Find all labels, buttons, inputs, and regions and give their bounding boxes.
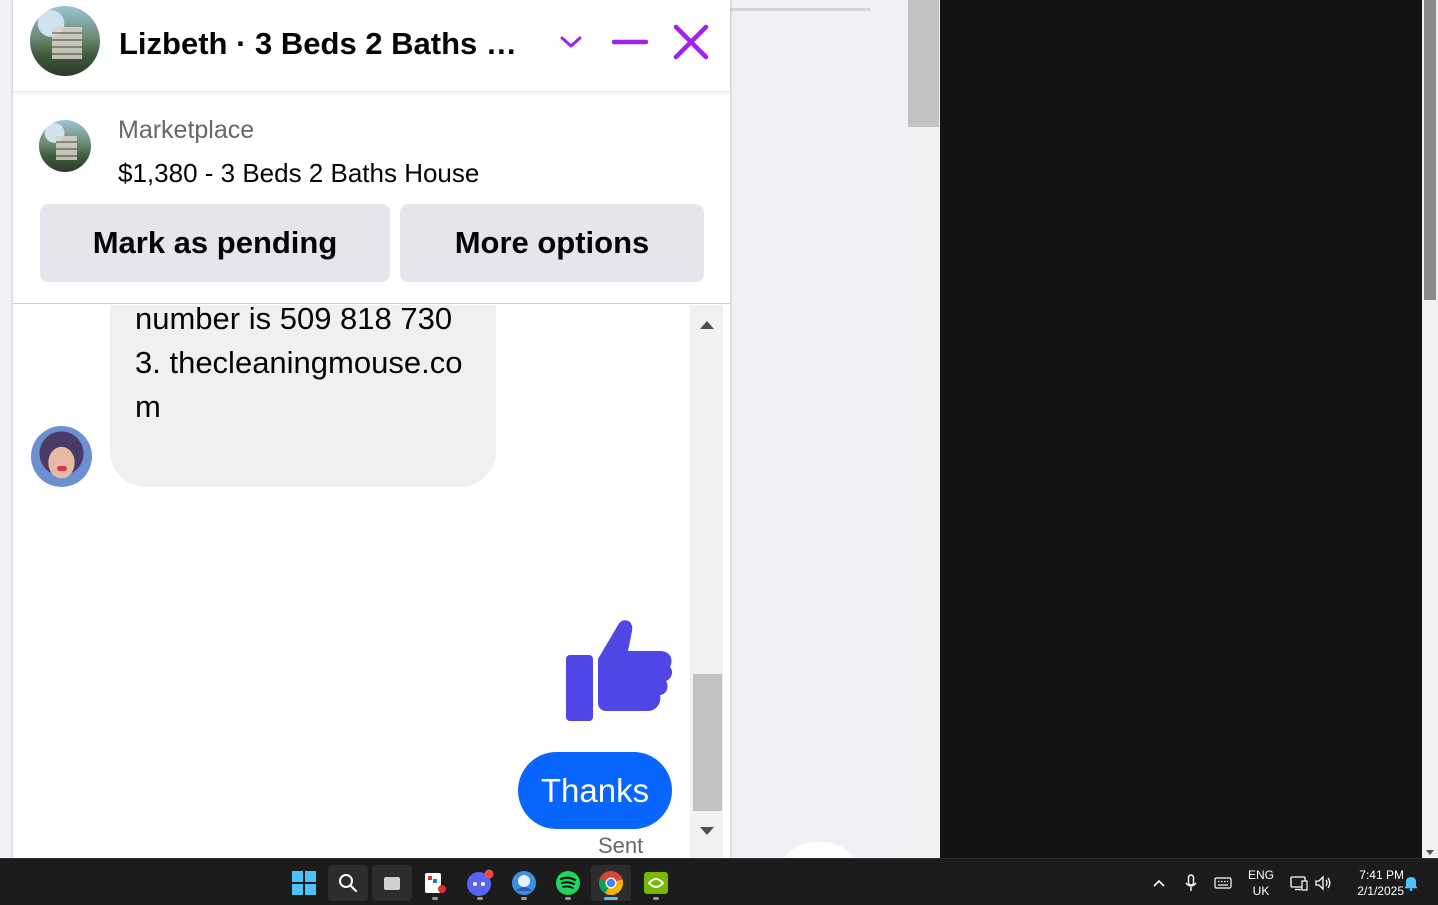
messages-scrollbar-thumb[interactable] bbox=[693, 674, 722, 811]
network-icon[interactable] bbox=[1288, 859, 1310, 905]
taskbar: ENG UK 7:41 PM 2/1/2025 bbox=[0, 858, 1438, 905]
language-code: ENG bbox=[1247, 867, 1274, 882]
chrome-icon[interactable] bbox=[591, 865, 631, 901]
listing-thumbnail[interactable] bbox=[39, 120, 91, 172]
chat-window: Lizbeth · 3 Beds 2 Baths House Marketpla… bbox=[13, 0, 730, 858]
page-scrollbar-thumb[interactable] bbox=[908, 0, 939, 127]
search-icon[interactable] bbox=[328, 865, 368, 901]
background-page bbox=[730, 0, 908, 882]
minimize-icon[interactable] bbox=[610, 22, 650, 62]
scroll-down-arrow-icon[interactable] bbox=[1426, 850, 1434, 855]
listing-card: Marketplace $1,380 - 3 Beds 2 Baths Hous… bbox=[13, 93, 730, 304]
listing-source: Marketplace bbox=[118, 116, 255, 144]
nvidia-icon[interactable] bbox=[636, 865, 676, 901]
clock-time: 7:41 PM bbox=[1359, 867, 1404, 882]
listing-avatar[interactable] bbox=[30, 6, 100, 76]
keyboard-icon[interactable] bbox=[1211, 859, 1235, 905]
sent-message-bubble: Thanks bbox=[518, 752, 672, 829]
clock-date: 2/1/2025 bbox=[1357, 883, 1404, 898]
mark-as-pending-button[interactable]: Mark as pending bbox=[40, 204, 390, 282]
task-view-icon[interactable] bbox=[372, 865, 412, 901]
page-divider bbox=[730, 8, 870, 11]
page-scrollbar[interactable] bbox=[907, 0, 940, 858]
app-icon[interactable] bbox=[504, 865, 544, 901]
scroll-up-arrow-icon[interactable] bbox=[700, 321, 714, 329]
window-scrollbar-thumb[interactable] bbox=[1424, 0, 1436, 300]
message-list[interactable]: number is 509 818 7303. thecleaningmouse… bbox=[13, 305, 730, 858]
clock[interactable]: 7:41 PM 2/1/2025 bbox=[1340, 859, 1404, 905]
chat-header: Lizbeth · 3 Beds 2 Baths House bbox=[13, 0, 730, 92]
scroll-down-arrow-icon[interactable] bbox=[700, 827, 714, 835]
received-message-text: number is 509 818 7303. thecleaningmouse… bbox=[135, 305, 463, 424]
chat-title[interactable]: Lizbeth · 3 Beds 2 Baths House bbox=[119, 26, 539, 62]
close-icon[interactable] bbox=[671, 22, 711, 62]
snipping-tool-icon[interactable] bbox=[415, 865, 455, 901]
chevron-up-icon[interactable] bbox=[1148, 859, 1170, 905]
chevron-down-icon[interactable] bbox=[551, 22, 591, 62]
window-scrollbar[interactable] bbox=[1422, 0, 1438, 858]
sender-avatar[interactable] bbox=[31, 426, 92, 487]
listing-title[interactable]: $1,380 - 3 Beds 2 Baths House bbox=[118, 158, 479, 189]
volume-icon[interactable] bbox=[1312, 859, 1334, 905]
windows-start-icon[interactable] bbox=[284, 865, 324, 901]
spotify-icon[interactable] bbox=[548, 865, 588, 901]
discord-icon[interactable] bbox=[460, 865, 500, 901]
microphone-icon[interactable] bbox=[1180, 859, 1202, 905]
notification-bell-icon[interactable] bbox=[1402, 859, 1420, 905]
message-status: Sent bbox=[598, 833, 644, 858]
messages-scrollbar[interactable] bbox=[690, 305, 723, 858]
dark-panel bbox=[940, 0, 1422, 858]
thumbs-up-icon bbox=[566, 615, 674, 723]
language-indicator[interactable]: ENG UK bbox=[1242, 859, 1280, 905]
language-region: UK bbox=[1252, 883, 1270, 898]
more-options-button[interactable]: More options bbox=[400, 204, 704, 282]
